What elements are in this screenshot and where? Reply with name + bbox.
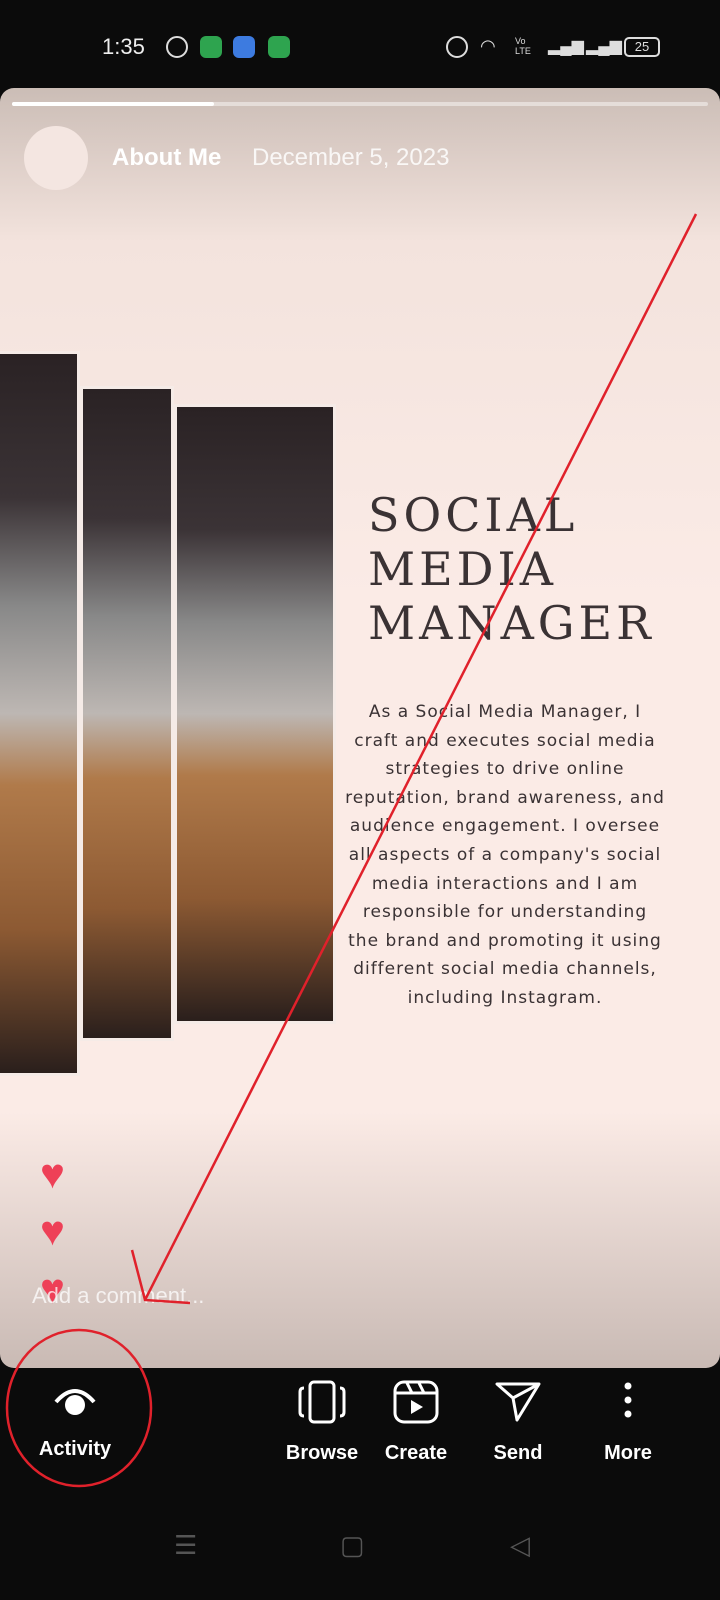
clock: 1:35 <box>102 34 145 59</box>
browse-icon <box>298 1380 346 1424</box>
more-button[interactable]: More <box>578 1368 678 1465</box>
heart-icon: ♥ <box>40 1150 65 1197</box>
home-icon[interactable]: ▢ <box>340 1530 365 1561</box>
avatar[interactable] <box>24 126 88 190</box>
signal-icon: ▂▄▆ <box>586 38 622 55</box>
blue-app-icon <box>233 36 255 58</box>
activity-label: Activity <box>38 1438 112 1460</box>
back-icon[interactable]: ◁ <box>510 1530 530 1561</box>
signal-icon: ▂▄▆ <box>548 38 584 55</box>
reels-icon <box>393 1380 439 1424</box>
send-icon <box>495 1382 541 1422</box>
story-body-text: As a Social Media Manager, I craft and e… <box>345 702 665 1008</box>
comment-input[interactable]: Add a comment... <box>32 1283 204 1309</box>
activity-button[interactable]: Activity <box>25 1368 125 1461</box>
green-app-icon <box>200 36 222 58</box>
story-date: December 5, 2023 <box>252 144 450 171</box>
battery-icon: 25 <box>624 37 660 57</box>
status-bar: 1:35 ◠ Vo LTE ▂▄▆ ▂▄▆ 25 <box>0 0 720 90</box>
alarm-icon <box>446 36 468 58</box>
browse-label: Browse <box>285 1442 359 1464</box>
heart-icon: ♥ <box>40 1207 65 1254</box>
menu-icon[interactable]: ☰ <box>174 1530 197 1561</box>
eye-icon <box>54 1389 96 1415</box>
browse-button[interactable]: Browse <box>272 1368 372 1465</box>
story-title: SOCIAL MEDIA MANAGER <box>368 488 655 650</box>
wifi-icon: ◠ <box>480 36 496 56</box>
title-line: MANAGER <box>368 596 655 650</box>
create-label: Create <box>384 1442 448 1464</box>
facebook-icon <box>166 36 188 58</box>
story-action-bar: Activity Browse Create Send More <box>0 1368 720 1478</box>
title-line: SOCIAL <box>368 488 579 542</box>
story-username[interactable]: About Me <box>112 144 221 172</box>
send-button[interactable]: Send <box>468 1368 568 1465</box>
create-button[interactable]: Create <box>366 1368 466 1465</box>
title-line: MEDIA <box>368 542 557 596</box>
story-viewer[interactable]: About Me December 5, 2023 SOCIAL MEDIA M… <box>0 88 720 1368</box>
more-label: More <box>604 1442 652 1464</box>
volte-icon: Vo LTE <box>515 36 531 56</box>
more-vertical-icon <box>624 1382 632 1418</box>
story-progress-bar <box>12 102 708 106</box>
shield-app-icon <box>268 36 290 58</box>
send-label: Send <box>493 1442 543 1464</box>
